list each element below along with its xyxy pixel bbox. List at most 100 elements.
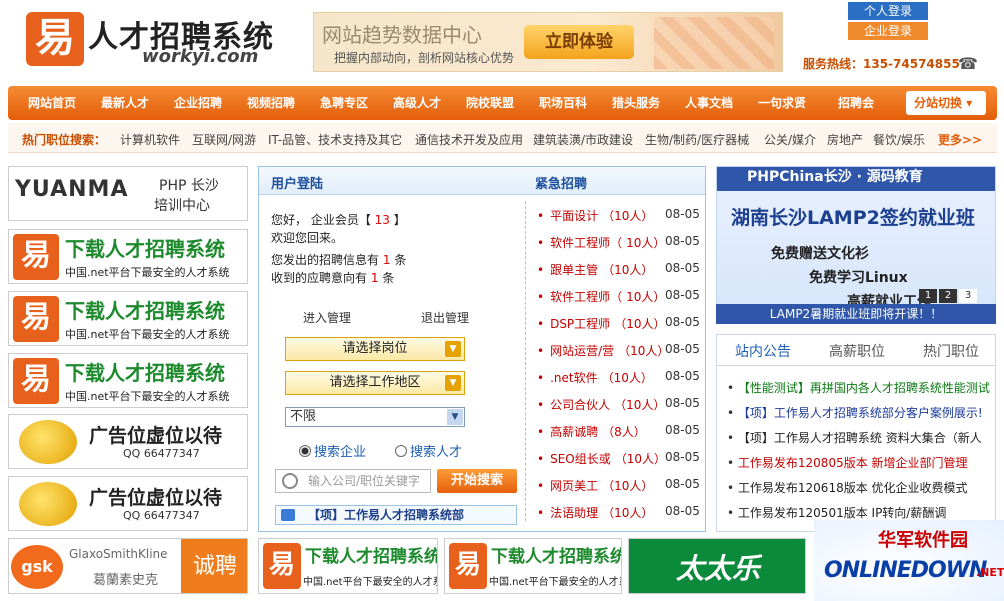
lamp-top-text: PHPChina长沙 · 源码教育 (717, 167, 995, 191)
gsk-logo: gsk (11, 545, 63, 589)
ad-subtitle: 中国.net平台下最安全的人才系统 (65, 266, 230, 279)
news-item[interactable]: • 【项】工作易人才招聘系统部分客户案例展示! (727, 404, 995, 421)
urgent-job-item[interactable]: • 网页美工 （10人） (537, 477, 653, 494)
hot-job-link[interactable]: 通信技术开发及应用 (415, 131, 523, 148)
start-search-button[interactable]: 开始搜索 (437, 469, 517, 493)
hot-job-link[interactable]: 房地产 (827, 131, 863, 148)
urgent-job-item[interactable]: • 公司合伙人 （10人） (537, 396, 665, 413)
nav-home[interactable]: 网站首页 (28, 86, 76, 120)
slide-dot[interactable]: 1 (919, 289, 937, 303)
notice-ticker[interactable]: 【项】工作易人才招聘系统部 (275, 505, 517, 525)
job-title: 平面设计 (550, 209, 599, 223)
nav-company-jobs[interactable]: 企业招聘 (174, 86, 222, 120)
nav-senior-talent[interactable]: 高级人才 (393, 86, 441, 120)
hot-job-link[interactable]: 餐饮/娱乐 (873, 131, 925, 148)
gsk-hiring: 诚聘 (181, 539, 247, 593)
news-item[interactable]: • 【性能测试】再拼国内各人才招聘系统性能测试 (727, 379, 995, 396)
top-banner-ad[interactable]: 网站趋势数据中心 把握内部动向，剖析网站核心优势 立即体验 (313, 12, 783, 72)
urgent-job-item[interactable]: • 跟单主管 （10人） (537, 261, 653, 278)
job-date: 08-05 (665, 288, 700, 302)
taitaile-ad[interactable]: 太太乐 (628, 538, 806, 594)
logo-domain: workyi.com (142, 46, 259, 67)
news-item[interactable]: • 工作易发布120501版本 IP转向/薪酬调 (727, 504, 995, 521)
login-urgent-panel: 用户登陆 紧急招聘 您好， 企业会员【 13 】 欢迎您回来。 您发出的招聘信息… (258, 166, 706, 532)
vacant-title: 广告位虚位以待 (89, 487, 223, 509)
bullet-icon: • (537, 344, 545, 358)
lamp-caption[interactable]: LAMP2暑期就业班即将开课！！ (716, 304, 996, 324)
urgent-job-item[interactable]: • DSP工程师 （10人） (537, 315, 665, 332)
bullet-icon: • (727, 406, 738, 420)
nav-job-fair[interactable]: 招聘会 (838, 86, 874, 120)
urgent-job-item[interactable]: • 法语助理 （10人） (537, 504, 653, 521)
position-select[interactable]: 请选择岗位 ▼ (285, 337, 465, 361)
welcome-back: 欢迎您回来。 (271, 231, 344, 245)
bullet-icon: • (537, 317, 545, 331)
exit-manage-link[interactable]: 退出管理 (421, 309, 469, 326)
keyword-input[interactable]: 输入公司/职位关键字 (275, 469, 431, 493)
site-logo[interactable]: 易 人才招聘系统 workyi.com (26, 10, 286, 70)
onlinedown-cn: 华军软件园 (878, 530, 968, 551)
gsk-ad[interactable]: gsk GlaxoSmithKline 葛蘭素史克 诚聘 (8, 538, 248, 594)
limit-select-value: 不限 (290, 409, 317, 424)
news-item[interactable]: • 工作易发布120618版本 优化企业收费模式 (727, 479, 995, 496)
urgent-job-item[interactable]: • SEO组长或 （10人） (537, 450, 666, 467)
hot-job-link[interactable]: 建筑装潢/市政建设 (533, 131, 633, 148)
urgent-job-item[interactable]: • .net软件 （10人） (537, 369, 653, 386)
nav-college[interactable]: 院校联盟 (466, 86, 514, 120)
news-item[interactable]: • 【项】工作易人才招聘系统 资料大集合（新人 (727, 429, 995, 446)
personal-login-button[interactable]: 个人登录 (848, 2, 928, 20)
branch-switch-button[interactable]: 分站切换 ▾ (906, 91, 986, 115)
job-date: 08-05 (665, 261, 700, 275)
radio-search-talent[interactable]: 搜索人才 (395, 441, 462, 460)
news-item[interactable]: • 工作易发布120805版本 新增企业部门管理 (727, 454, 995, 471)
job-date: 08-05 (665, 207, 700, 221)
slide-dot[interactable]: 2 (939, 289, 957, 303)
download-ad[interactable]: 易 下载人才招聘系统 中国.net平台下最安全的人才系统 (8, 229, 248, 284)
hot-jobs-more-link[interactable]: 更多>> (938, 131, 982, 148)
tab-high-salary[interactable]: 高薪职位 (829, 341, 885, 361)
hot-job-link[interactable]: 计算机软件 (120, 131, 180, 148)
download-ad[interactable]: 易 下载人才招聘系统 中国.net平台下最安全的人才系统 (8, 353, 248, 408)
job-count: 10人） (626, 290, 666, 304)
news-text: 工作易发布120501版本 IP转向/薪酬调 (737, 506, 947, 520)
slide-dot[interactable]: 3 (959, 289, 977, 303)
radio-checked-icon (299, 445, 311, 457)
hot-job-link[interactable]: 互联网/网游 (192, 131, 256, 148)
hot-job-link[interactable]: IT-品管、技术支持及其它 (268, 131, 402, 148)
vacant-ad[interactable]: 广告位虚位以待 QQ 66477347 (8, 414, 248, 469)
nav-hr-docs[interactable]: 人事文档 (685, 86, 733, 120)
tab-hot-jobs[interactable]: 热门职位 (923, 341, 979, 361)
enter-manage-link[interactable]: 进入管理 (303, 309, 351, 326)
ad-title: 下载人才招聘系统 (305, 547, 438, 567)
lamp-banner-ad[interactable]: PHPChina长沙 · 源码教育 湖南长沙LAMP2签约就业班 免费赠送文化衫… (716, 166, 996, 324)
area-select[interactable]: 请选择工作地区 ▼ (285, 371, 465, 395)
nav-one-line[interactable]: 一句求贤 (758, 86, 806, 120)
urgent-job-item[interactable]: • 高薪诚聘 （8人） (537, 423, 646, 440)
nav-video-jobs[interactable]: 视频招聘 (247, 86, 295, 120)
urgent-job-item[interactable]: • 软件工程师（ 10人） (537, 288, 665, 305)
download-ad[interactable]: 易 下载人才招聘系统 中国.net平台下最安全的人才系统 (444, 538, 622, 594)
tab-announcements[interactable]: 站内公告 (735, 341, 791, 361)
download-ad[interactable]: 易 下载人才招聘系统 中国.net平台下最安全的人才系统 (8, 291, 248, 346)
company-login-button[interactable]: 企业登录 (848, 22, 928, 40)
vacant-ad[interactable]: 广告位虚位以待 QQ 66477347 (8, 476, 248, 531)
radio-search-company[interactable]: 搜索企业 (299, 441, 366, 460)
urgent-job-item[interactable]: • 平面设计 （10人） (537, 207, 653, 224)
lamp-bullet: 免费学习Linux (809, 270, 908, 286)
workyi-logo-icon: 易 (449, 543, 487, 589)
nav-headhunter[interactable]: 猎头服务 (612, 86, 660, 120)
hot-job-link[interactable]: 生物/制药/医疗器械 (645, 131, 749, 148)
nav-wiki[interactable]: 职场百科 (539, 86, 587, 120)
workyi-logo-icon: 易 (13, 296, 59, 342)
nav-latest-talent[interactable]: 最新人才 (101, 86, 149, 120)
download-ad[interactable]: 易 下载人才招聘系统 中国.net平台下最安全的人才系统 (258, 538, 438, 594)
urgent-job-item[interactable]: • 软件工程师（ 10人） (537, 234, 665, 251)
job-count: （10人） (602, 209, 654, 223)
yuanma-ad[interactable]: YUANMA PHP 长沙 培训中心 (8, 166, 248, 221)
urgent-job-item[interactable]: • 网站运营/营 （10人） (537, 342, 669, 359)
nav-urgent[interactable]: 急聘专区 (320, 86, 368, 120)
banner-try-button[interactable]: 立即体验 (524, 25, 634, 59)
logo-mark-icon: 易 (26, 12, 84, 66)
hot-job-link[interactable]: 公关/媒介 (764, 131, 816, 148)
limit-select[interactable]: 不限 ▼ (285, 407, 465, 427)
